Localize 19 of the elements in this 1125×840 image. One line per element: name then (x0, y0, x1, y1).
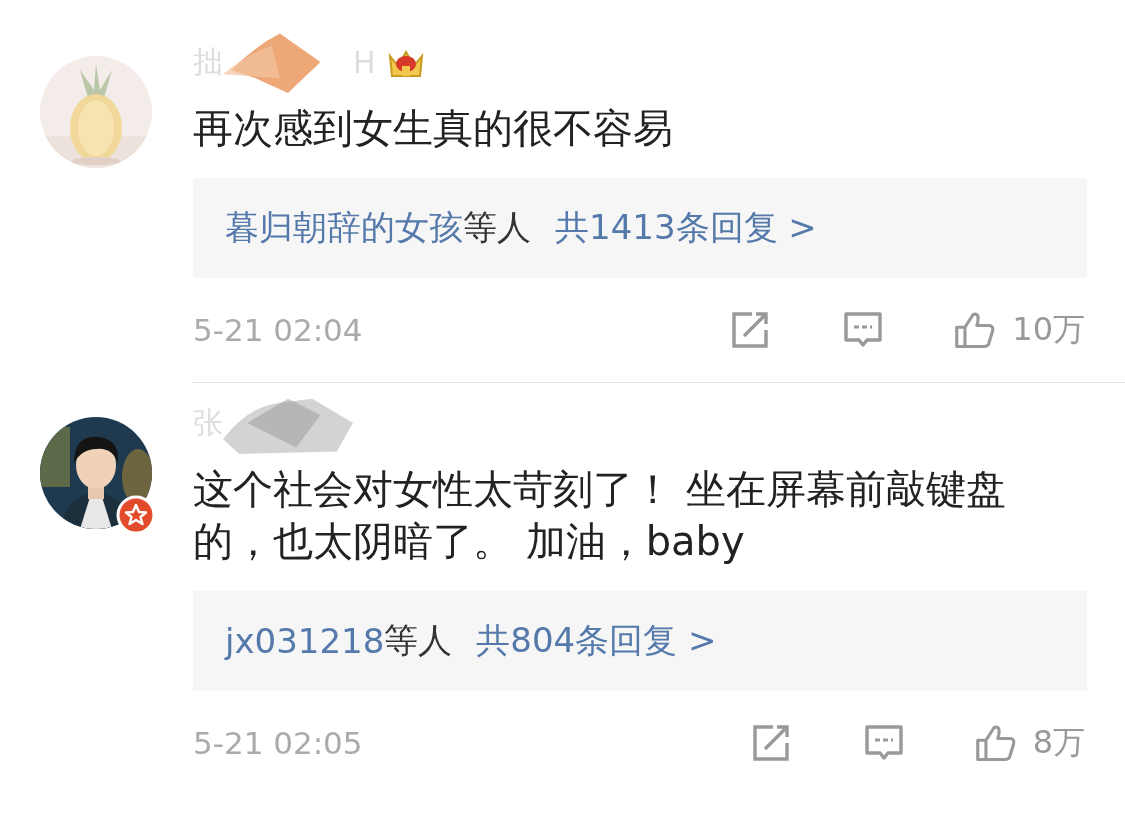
replies-panel[interactable]: jx031218等人 共804条回复 > (193, 591, 1087, 691)
reply-users-link[interactable]: 暮归朝辞的女孩 (225, 205, 463, 251)
comment-icon[interactable] (842, 310, 885, 350)
thumbs-up-icon[interactable] (974, 723, 1017, 763)
verified-badge-icon (116, 495, 156, 535)
reply-users-link[interactable]: jx031218 (225, 621, 385, 661)
comment-text: 这个社会对女性太苛刻了！ 坐在屏幕前敲键盘的，也太阴暗了。 加油，baby (193, 465, 1007, 566)
comment-text: 再次感到女生真的很不容易 (193, 104, 674, 153)
thumbs-up-icon[interactable] (954, 310, 997, 350)
reply-count-link[interactable]: 共1413条回复 > (555, 205, 817, 251)
reply-suffix: 等人 (384, 619, 453, 662)
reply-suffix: 等人 (463, 206, 531, 249)
reply-count-link[interactable]: 共804条回复 > (476, 618, 717, 664)
like-count: 10万 (1012, 309, 1085, 350)
like-count: 8万 (1032, 722, 1085, 763)
comment-icon[interactable] (862, 723, 905, 763)
comment-time: 5-21 02:04 (193, 312, 363, 348)
comment-time: 5-21 02:05 (193, 725, 363, 761)
replies-panel[interactable]: 暮归朝辞的女孩等人 共1413条回复 > (193, 178, 1087, 278)
